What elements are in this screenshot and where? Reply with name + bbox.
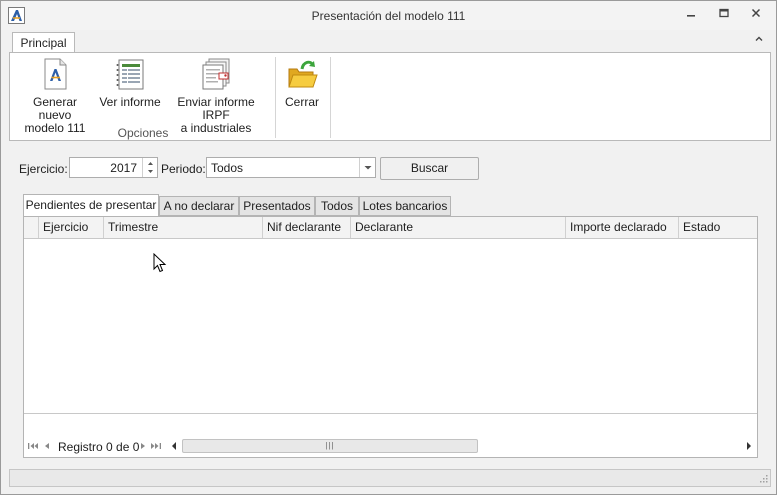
close-icon[interactable] xyxy=(744,6,768,24)
tab-presentados[interactable]: Presentados xyxy=(239,196,315,216)
col-header-importe[interactable]: Importe declarado xyxy=(566,217,679,238)
ejercicio-spinner[interactable]: 2017 xyxy=(69,157,158,178)
col-header-nif[interactable]: Nif declarante xyxy=(263,217,351,238)
chevron-up-icon[interactable] xyxy=(751,33,767,49)
ribbon-tab-principal[interactable]: Principal xyxy=(12,32,75,54)
last-record-icon[interactable] xyxy=(150,440,162,452)
data-grid: Ejercicio Trimestre Nif declarante Decla… xyxy=(23,216,758,458)
tab-bar: Pendientes de presentar A no declarar Pr… xyxy=(23,194,758,216)
maximize-icon[interactable] xyxy=(712,6,736,24)
chevron-down-icon[interactable] xyxy=(359,158,375,177)
tab-a-no-declarar[interactable]: A no declarar xyxy=(159,196,239,216)
scrollbar-thumb[interactable]: ||| xyxy=(182,439,478,453)
prev-record-icon[interactable] xyxy=(41,440,53,452)
tab-todos[interactable]: Todos xyxy=(315,196,359,216)
scroll-right-icon[interactable] xyxy=(743,439,755,453)
grid-body[interactable] xyxy=(24,239,757,413)
cerrar-button[interactable]: Cerrar xyxy=(280,57,324,109)
periodo-value: Todos xyxy=(211,161,244,175)
generar-modelo-button[interactable]: Generar nuevo modelo 111 xyxy=(16,57,94,135)
grid-navigator: Registro 0 de 0 ||| xyxy=(24,413,757,457)
status-bar xyxy=(9,469,771,487)
ribbon-group-separator-2 xyxy=(330,57,331,138)
document-new-icon xyxy=(39,57,71,91)
col-header-estado[interactable]: Estado xyxy=(679,217,757,238)
mouse-pointer-icon xyxy=(153,252,167,273)
enviar-informe-button[interactable]: Enviar informe IRPF a industriales xyxy=(165,57,267,135)
ejercicio-value: 2017 xyxy=(110,161,137,175)
title-bar: Presentación del modelo 111 xyxy=(1,1,776,30)
send-report-icon xyxy=(200,57,232,91)
horizontal-scrollbar[interactable]: ||| xyxy=(168,438,755,454)
ver-informe-button[interactable]: Ver informe xyxy=(98,57,162,109)
scroll-left-icon[interactable] xyxy=(168,439,180,453)
enviar-label-1: Enviar informe IRPF xyxy=(177,95,255,122)
ribbon-group-label: Opciones xyxy=(117,126,169,140)
app-window: Presentación del modelo 111 Principal Ge… xyxy=(0,0,777,495)
ejercicio-label: Ejercicio: xyxy=(19,162,68,176)
cerrar-label: Cerrar xyxy=(284,95,319,109)
filter-bar: Ejercicio: 2017 Periodo: Todos Buscar xyxy=(9,151,771,181)
report-icon xyxy=(114,57,146,91)
spinner-arrows[interactable] xyxy=(142,158,157,177)
col-header-ejercicio[interactable]: Ejercicio xyxy=(39,217,104,238)
first-record-icon[interactable] xyxy=(27,440,39,452)
col-header-trimestre[interactable]: Trimestre xyxy=(104,217,263,238)
generar-label-1: Generar nuevo xyxy=(32,95,78,122)
grid-header: Ejercicio Trimestre Nif declarante Decla… xyxy=(24,217,757,239)
tab-lotes-bancarios[interactable]: Lotes bancarios xyxy=(359,196,451,216)
ribbon-group-separator xyxy=(275,57,276,138)
minimize-icon[interactable] xyxy=(679,6,703,24)
ver-informe-label: Ver informe xyxy=(99,95,161,109)
folder-close-icon xyxy=(286,57,318,91)
ribbon-tabstrip: Principal xyxy=(9,30,771,54)
window-title: Presentación del modelo 111 xyxy=(311,9,466,23)
ribbon-panel: Generar nuevo modelo 111 Ver informe Env… xyxy=(9,52,771,141)
tab-pendientes[interactable]: Pendientes de presentar xyxy=(23,194,159,216)
buscar-button[interactable]: Buscar xyxy=(380,157,479,180)
periodo-select[interactable]: Todos xyxy=(206,157,376,178)
row-indicator-header xyxy=(24,217,39,238)
resize-grip-icon[interactable] xyxy=(756,473,768,485)
next-record-icon[interactable] xyxy=(137,440,149,452)
periodo-label: Periodo: xyxy=(161,162,206,176)
record-counter: Registro 0 de 0 xyxy=(58,440,140,454)
col-header-declarante[interactable]: Declarante xyxy=(351,217,566,238)
